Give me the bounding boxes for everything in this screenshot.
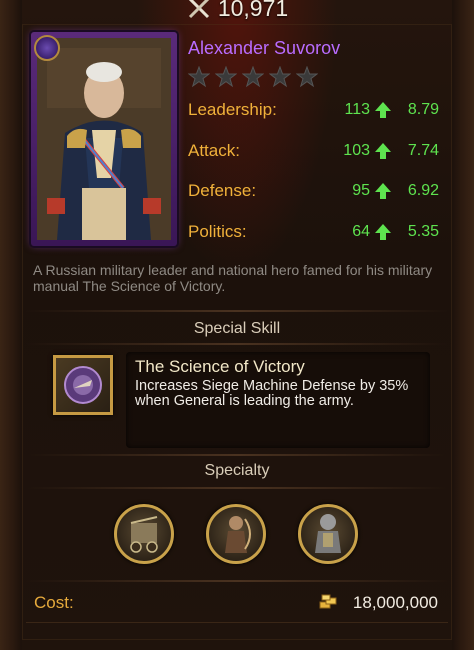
- special-skill-heading: Special Skill: [193, 320, 281, 337]
- general-description: A Russian military leader and national h…: [33, 262, 433, 294]
- infantry-soldier-graphic: [315, 514, 341, 553]
- divider: [26, 487, 448, 489]
- general-name: Alexander Suvorov: [188, 38, 341, 58]
- cost-value: 18,000,000: [352, 593, 438, 612]
- stat-defense-growth: 6.92: [407, 182, 439, 199]
- crossed-swords-icon: [188, 0, 209, 19]
- stat-defense-label: Defense:: [188, 181, 257, 200]
- ranged-soldier-icon[interactable]: [206, 504, 266, 564]
- infantry-soldier-icon[interactable]: [298, 504, 358, 564]
- power-value: 10,971: [217, 0, 289, 21]
- specialty-heading: Specialty: [204, 462, 270, 479]
- divider: [26, 580, 448, 582]
- stat-attack-value: 103: [343, 142, 370, 159]
- divider: [26, 343, 448, 345]
- divider: [26, 622, 448, 623]
- stat-attack-growth: 7.74: [407, 142, 439, 159]
- skill-title: The Science of Victory: [135, 357, 305, 376]
- cost-label: Cost:: [34, 593, 74, 612]
- star-icon: [242, 66, 264, 88]
- general-figure: [37, 38, 171, 240]
- stat-leadership-value: 113: [344, 101, 370, 118]
- star-icon: [269, 66, 291, 88]
- star-icon: [215, 66, 237, 88]
- stat-politics-label: Politics:: [188, 222, 247, 241]
- siege-engine-graphic: [130, 516, 158, 553]
- star-icon: [188, 66, 210, 88]
- skill-emblem-icon: [64, 366, 102, 404]
- star-icon: [296, 66, 318, 88]
- stat-defense-value: 95: [352, 182, 370, 199]
- star-rating: [188, 66, 318, 88]
- stat-attack-label: Attack:: [188, 141, 240, 160]
- power-header: 10,971: [0, 0, 474, 24]
- divider: [26, 310, 448, 312]
- stat-leadership-label: Leadership:: [188, 100, 277, 119]
- portrait-image: [37, 38, 171, 240]
- siege-engine-icon[interactable]: [114, 504, 174, 564]
- stat-leadership-growth: 8.79: [407, 101, 439, 118]
- divider: [26, 454, 448, 456]
- general-class-badge-icon: [34, 35, 60, 61]
- skill-description: Increases Siege Machine Defense by 35% w…: [135, 378, 409, 409]
- stat-politics-growth: 5.35: [407, 223, 439, 240]
- general-portrait[interactable]: [31, 32, 177, 246]
- special-skill-icon[interactable]: [53, 355, 113, 415]
- stat-politics-value: 64: [352, 223, 370, 240]
- ranged-soldier-graphic: [225, 516, 251, 553]
- gold-icon: [319, 594, 337, 609]
